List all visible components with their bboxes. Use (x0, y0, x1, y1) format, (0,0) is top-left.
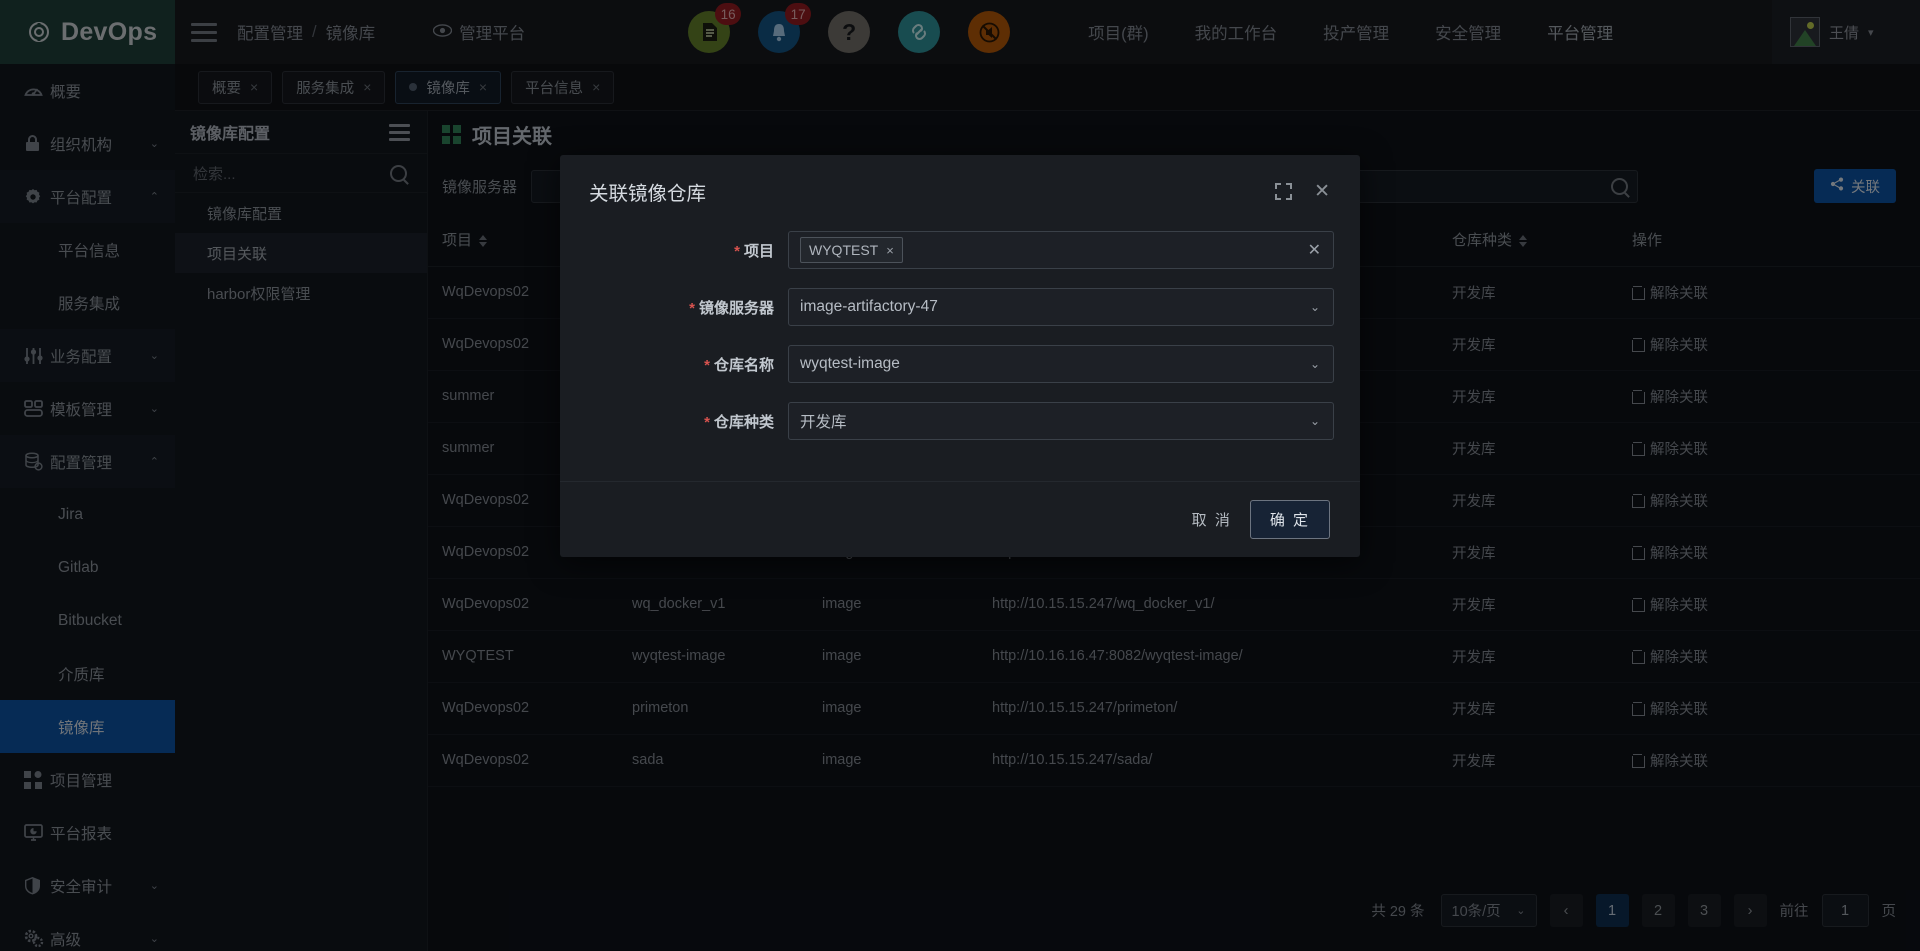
select-value: image-artifactory-47 (800, 298, 938, 316)
label-text: 仓库名称 (714, 357, 774, 374)
chip-remove-icon[interactable]: × (886, 243, 894, 258)
label-text: 项目 (744, 243, 774, 260)
select-value: wyqtest-image (800, 355, 900, 373)
field-project: *项目 WYQTEST × ✕ (560, 231, 1360, 269)
cancel-button[interactable]: 取 消 (1192, 509, 1232, 530)
required-mark: * (704, 414, 710, 431)
image-server-select[interactable]: image-artifactory-47 ⌄ (788, 288, 1334, 326)
expand-icon[interactable] (1275, 183, 1292, 200)
project-multiselect[interactable]: WYQTEST × ✕ (788, 231, 1334, 269)
field-label: *项目 (560, 240, 788, 261)
required-mark: * (734, 243, 740, 260)
chevron-down-icon: ⌄ (1310, 357, 1320, 371)
selected-chip: WYQTEST × (800, 237, 903, 263)
field-label: *镜像服务器 (560, 297, 788, 318)
required-mark: * (704, 357, 710, 374)
repo-name-select[interactable]: wyqtest-image ⌄ (788, 345, 1334, 383)
chip-label: WYQTEST (809, 242, 878, 258)
chevron-down-icon: ⌄ (1310, 300, 1320, 314)
confirm-button[interactable]: 确 定 (1250, 500, 1330, 539)
modal-body: *项目 WYQTEST × ✕ *镜像服务器 image-artifactory… (560, 227, 1360, 440)
modal-header: 关联镜像仓库 ✕ (560, 155, 1360, 227)
field-image-server: *镜像服务器 image-artifactory-47 ⌄ (560, 288, 1360, 326)
repo-kind-select[interactable]: 开发库 ⌄ (788, 402, 1334, 440)
modal-title: 关联镜像仓库 (589, 177, 1253, 206)
field-repo-kind: *仓库种类 开发库 ⌄ (560, 402, 1360, 440)
clear-icon[interactable]: ✕ (1308, 240, 1321, 260)
label-text: 镜像服务器 (699, 300, 774, 317)
associate-image-repo-dialog: 关联镜像仓库 ✕ *项目 WYQTEST × ✕ *镜像服务器 image (560, 155, 1360, 557)
select-value: 开发库 (800, 410, 847, 432)
chevron-down-icon: ⌄ (1310, 414, 1320, 428)
label-text: 仓库种类 (714, 414, 774, 431)
close-icon[interactable]: ✕ (1314, 180, 1330, 203)
field-label: *仓库名称 (560, 354, 788, 375)
modal-footer: 取 消 确 定 (560, 481, 1360, 557)
field-label: *仓库种类 (560, 411, 788, 432)
field-repo-name: *仓库名称 wyqtest-image ⌄ (560, 345, 1360, 383)
required-mark: * (689, 300, 695, 317)
